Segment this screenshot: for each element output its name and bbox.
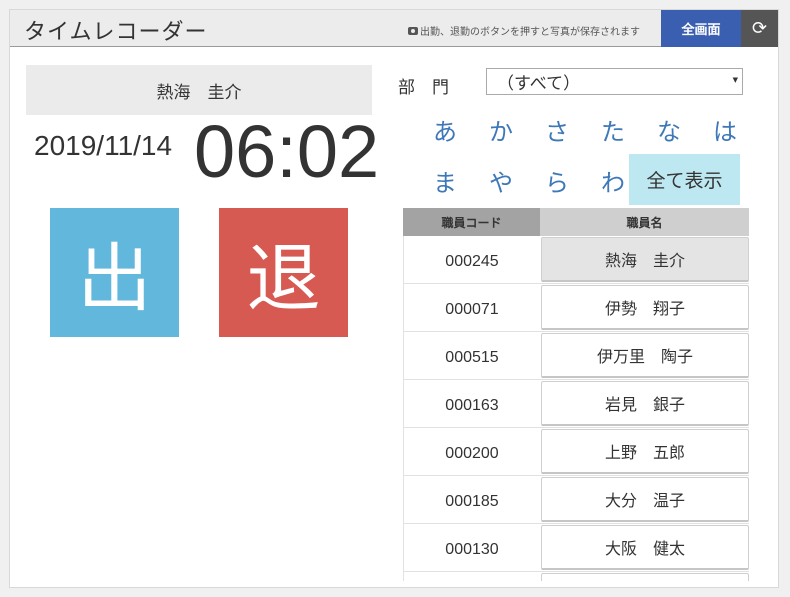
employee-name-button[interactable]: 上野 五郎 xyxy=(541,429,749,474)
employee-code: 000245 xyxy=(403,236,540,283)
employee-code xyxy=(403,572,540,581)
clock-in-button[interactable]: 出 xyxy=(50,208,179,337)
column-header-name: 職員名 xyxy=(540,208,749,236)
table-row: 000163 岩見 銀子 xyxy=(403,380,749,428)
employee-code: 000515 xyxy=(403,332,540,379)
kana-filter-a[interactable]: あ xyxy=(417,104,473,154)
kana-filter-ha[interactable]: は xyxy=(697,104,753,154)
kana-filter-ma[interactable]: ま xyxy=(417,155,473,205)
employee-name-button[interactable]: 伊万里 陶子 xyxy=(541,333,749,378)
table-row: 000245 熱海 圭介 xyxy=(403,236,749,284)
kana-filter-ta[interactable]: た xyxy=(585,104,641,154)
refresh-button[interactable]: ⟳ xyxy=(741,10,778,47)
employee-name-button[interactable]: 熱海 圭介 xyxy=(541,237,749,282)
kana-filter-row-2: ま や ら わ xyxy=(417,155,641,205)
app-title: タイムレコーダー xyxy=(24,20,208,45)
employee-code: 000071 xyxy=(403,284,540,331)
employee-name-button[interactable] xyxy=(541,573,749,581)
kana-filter-ya[interactable]: や xyxy=(473,155,529,205)
employee-table: 職員コード 職員名 000245 熱海 圭介 000071 伊勢 翔子 0005… xyxy=(403,208,749,581)
table-row: 000185 大分 温子 xyxy=(403,476,749,524)
current-time: 06:02 xyxy=(194,110,380,193)
employee-name-button[interactable]: 伊勢 翔子 xyxy=(541,285,749,330)
employee-name-button[interactable]: 大分 温子 xyxy=(541,477,749,522)
kana-filter-na[interactable]: な xyxy=(641,104,697,154)
employee-code: 000130 xyxy=(403,524,540,571)
kana-filter-ra[interactable]: ら xyxy=(529,155,585,205)
department-select[interactable]: （すべて） ▼ xyxy=(486,68,743,95)
employee-code: 000200 xyxy=(403,428,540,475)
column-header-code: 職員コード xyxy=(403,208,540,236)
table-row: 000130 大阪 健太 xyxy=(403,524,749,572)
table-row: 000071 伊勢 翔子 xyxy=(403,284,749,332)
time-recorder-window: タイムレコーダー 出勤、退勤のボタンを押すと写真が保存されます 全画面 ⟳ 熱海… xyxy=(9,9,779,588)
photo-notice: 出勤、退勤のボタンを押すと写真が保存されます xyxy=(408,23,640,38)
fullscreen-button[interactable]: 全画面 xyxy=(661,10,741,47)
table-row: 000515 伊万里 陶子 xyxy=(403,332,749,380)
employee-rows[interactable]: 000245 熱海 圭介 000071 伊勢 翔子 000515 伊万里 陶子 … xyxy=(403,236,749,581)
table-row: 000200 上野 五郎 xyxy=(403,428,749,476)
employee-code: 000185 xyxy=(403,476,540,523)
selected-employee-name: 熱海 圭介 xyxy=(26,65,372,115)
kana-filter-ka[interactable]: か xyxy=(473,104,529,154)
table-row xyxy=(403,572,749,581)
photo-notice-text: 出勤、退勤のボタンを押すと写真が保存されます xyxy=(420,27,640,38)
employee-name-button[interactable]: 岩見 銀子 xyxy=(541,381,749,426)
refresh-icon: ⟳ xyxy=(751,18,768,39)
employee-name-button[interactable]: 大阪 健太 xyxy=(541,525,749,570)
camera-icon xyxy=(408,26,418,35)
header-bar: タイムレコーダー 出勤、退勤のボタンを押すと写真が保存されます 全画面 ⟳ xyxy=(10,10,778,47)
show-all-button[interactable]: 全て表示 xyxy=(629,154,740,205)
employee-code: 000163 xyxy=(403,380,540,427)
clock-out-button[interactable]: 退 xyxy=(219,208,348,337)
current-date: 2019/11/14 xyxy=(34,130,173,161)
chevron-down-icon: ▼ xyxy=(732,76,738,84)
kana-filter-sa[interactable]: さ xyxy=(529,104,585,154)
kana-filter-row-1: あ か さ た な は xyxy=(417,104,753,154)
department-label: 部 門 xyxy=(398,78,449,98)
department-select-value: （すべて） xyxy=(497,74,581,94)
